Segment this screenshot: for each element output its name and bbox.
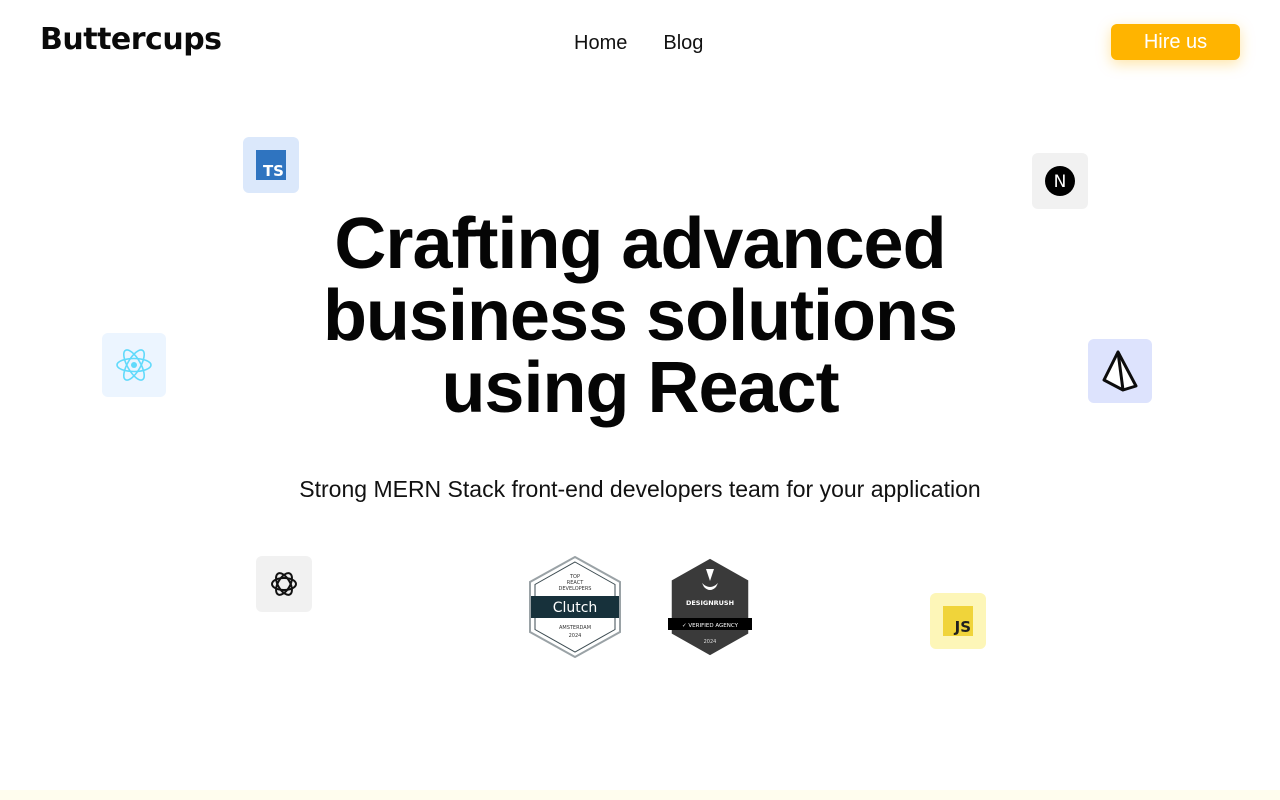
clutch-badge-line2: DEVELOPERS [559, 586, 592, 592]
hero-subtitle: Strong MERN Stack front-end developers t… [299, 476, 981, 502]
prisma-icon [1088, 339, 1152, 403]
javascript-logo-text: JS [954, 618, 971, 636]
nav-link-home[interactable]: Home [574, 30, 627, 56]
typescript-icon: TS [243, 137, 299, 193]
clutch-badge-location: AMSTERDAM [559, 625, 591, 631]
clutch-badge[interactable]: TOP REACT DEVELOPERS Clutch AMSTERDAM 20… [528, 556, 622, 658]
javascript-logo: JS [943, 606, 973, 636]
designrush-badge-year: 2024 [704, 639, 717, 645]
page: Buttercups Home Blog Hire us Crafting ad… [0, 0, 1280, 800]
prisma-logo [1102, 350, 1138, 392]
openai-logo [271, 572, 297, 596]
hero-title-line-1: Crafting advanced [334, 204, 946, 284]
openai-icon [256, 556, 312, 612]
nextjs-logo: N [1045, 166, 1075, 196]
typescript-logo: TS [256, 150, 286, 180]
next-section-edge [0, 790, 1280, 800]
react-icon [102, 333, 166, 397]
javascript-icon: JS [930, 593, 986, 649]
designrush-badge-brand: DESIGNRUSH [686, 599, 734, 607]
logo[interactable]: Buttercups [40, 22, 222, 58]
nextjs-logo-text: N [1054, 172, 1067, 192]
typescript-logo-text: TS [262, 162, 284, 180]
nav-link-blog[interactable]: Blog [663, 30, 703, 56]
designrush-badge[interactable]: DESIGNRUSH ✓ VERIFIED AGENCY 2024 [668, 557, 752, 657]
clutch-badge-brand: Clutch [553, 600, 598, 616]
react-logo [116, 349, 152, 381]
nextjs-icon: N [1032, 153, 1088, 209]
clutch-badge-year: 2024 [569, 633, 582, 639]
designrush-badge-ribbon: ✓ VERIFIED AGENCY [682, 623, 739, 629]
hire-us-button[interactable]: Hire us [1111, 24, 1240, 60]
main-nav: Home Blog [574, 30, 703, 56]
